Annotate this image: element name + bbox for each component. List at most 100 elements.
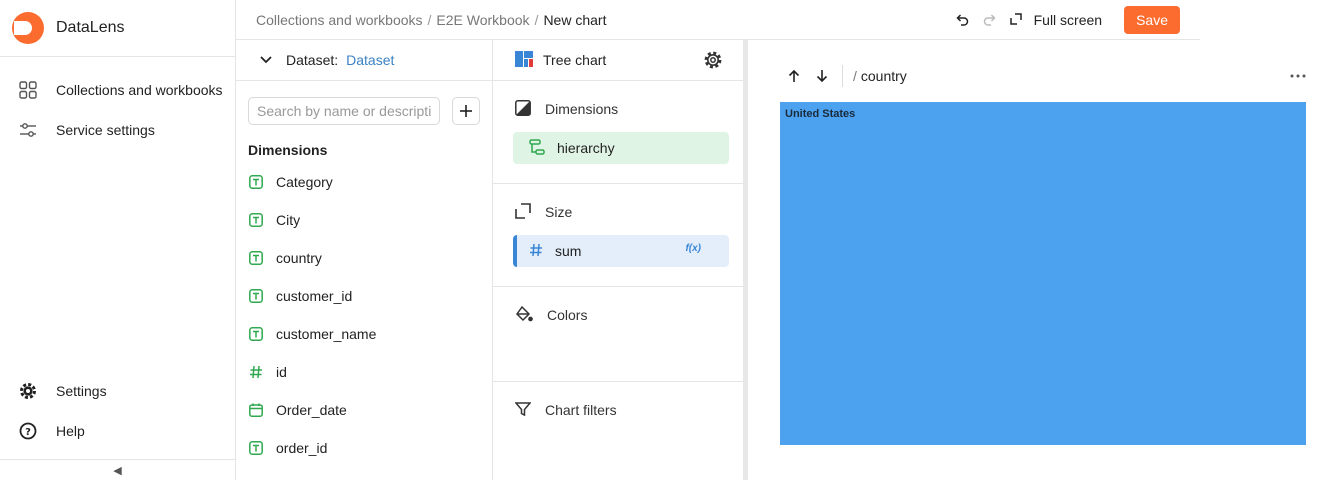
field-item[interactable]: country xyxy=(248,239,322,277)
divider xyxy=(842,65,843,87)
calendar-type-icon xyxy=(248,402,264,418)
fullscreen-button[interactable]: Full screen xyxy=(1008,6,1102,34)
fullscreen-icon xyxy=(1008,11,1024,30)
drilldown-breadcrumb[interactable]: / country xyxy=(853,68,907,84)
nav-item-label: Service settings xyxy=(56,122,155,138)
breadcrumb-separator: / xyxy=(853,68,857,84)
chip-label: sum xyxy=(555,243,582,259)
size-placeholder-title: Size xyxy=(515,202,572,222)
add-field-button[interactable] xyxy=(452,97,480,125)
size-placeholder: Size sum f(x) xyxy=(493,184,748,287)
text-type-icon xyxy=(248,326,264,342)
size-icon xyxy=(515,202,531,222)
gear-icon xyxy=(18,381,38,401)
field-item[interactable]: order_id xyxy=(248,429,327,467)
breadcrumb-separator: / xyxy=(534,11,539,28)
toolbar-actions: Full screen Save xyxy=(948,6,1180,34)
datalens-logo-icon xyxy=(12,12,44,44)
collapse-nav-button[interactable]: ◀ xyxy=(0,459,235,480)
placeholder-label: Dimensions xyxy=(545,101,619,117)
side-navigation: DataLens Collections and workbooks Servi… xyxy=(0,0,236,480)
dataset-selector[interactable]: Dataset: Dataset xyxy=(236,40,492,81)
chart-filters-title: Chart filters xyxy=(514,400,617,420)
dimensions-placeholder-title: Dimensions xyxy=(515,99,618,119)
paint-bucket-icon xyxy=(515,305,533,326)
placeholder-label: Size xyxy=(545,204,573,220)
sum-field-chip[interactable]: sum f(x) xyxy=(513,235,729,267)
formula-badge-icon[interactable]: f(x) xyxy=(685,243,701,254)
field-item[interactable]: customer_name xyxy=(248,315,376,353)
plus-icon xyxy=(460,105,472,117)
field-item[interactable]: Category xyxy=(248,163,333,201)
more-options-icon[interactable] xyxy=(1290,66,1306,82)
hierarchy-icon xyxy=(529,138,545,158)
field-item[interactable]: customer_id xyxy=(248,277,352,315)
nav-item-label: Help xyxy=(56,423,85,439)
text-type-icon xyxy=(248,288,264,304)
field-label: City xyxy=(276,212,301,228)
colors-placeholder-title: Colors xyxy=(515,305,587,325)
treemap-chart: United States xyxy=(780,102,1306,445)
filter-funnel-icon xyxy=(514,401,532,420)
colors-placeholder: Colors xyxy=(493,287,748,382)
nav-item-label: Settings xyxy=(56,383,107,399)
drilldown-bar: / country xyxy=(780,64,907,88)
placeholder-label: Colors xyxy=(547,307,588,323)
visualization-type-label: Tree chart xyxy=(543,52,607,68)
field-item[interactable]: City xyxy=(248,201,300,239)
text-type-icon xyxy=(248,440,264,456)
treemap-chart-icon xyxy=(515,50,533,70)
field-label: customer_id xyxy=(276,288,353,304)
field-label: Category xyxy=(276,174,333,190)
drilldown-level-label: country xyxy=(860,68,907,84)
nav-item-collections[interactable]: Collections and workbooks xyxy=(0,70,235,110)
dimensions-placeholder: Dimensions hierarchy xyxy=(493,81,748,184)
app-name: DataLens xyxy=(56,19,125,36)
redo-icon[interactable] xyxy=(976,6,1004,34)
arrow-up-icon[interactable] xyxy=(780,62,808,90)
nav-item-settings[interactable]: Settings xyxy=(0,371,235,411)
field-label: country xyxy=(276,250,322,266)
save-button[interactable]: Save xyxy=(1124,6,1180,34)
dimensions-section-title: Dimensions xyxy=(248,142,328,158)
sliders-icon xyxy=(18,120,38,140)
fullscreen-label: Full screen xyxy=(1033,12,1103,28)
undo-icon[interactable] xyxy=(948,6,976,34)
app-logo-bar[interactable]: DataLens xyxy=(0,0,235,57)
arrow-down-icon[interactable] xyxy=(808,62,836,90)
field-label: Order_date xyxy=(276,402,347,418)
field-label: order_id xyxy=(276,440,328,456)
number-type-icon xyxy=(529,243,543,260)
dataset-label: Dataset: xyxy=(286,52,339,68)
breadcrumb-current: New chart xyxy=(543,11,607,28)
nav-item-label: Collections and workbooks xyxy=(56,82,223,98)
field-label: id xyxy=(276,364,287,380)
dataset-panel: Dataset: Dataset Dimensions Category Cit… xyxy=(236,40,493,480)
breadcrumb-collections[interactable]: Collections and workbooks xyxy=(256,12,423,28)
breadcrumb-workbook[interactable]: E2E Workbook xyxy=(436,12,529,28)
help-icon: ? xyxy=(18,421,38,441)
visualization-panel: Tree chart Dimensions hierarchy Size sum… xyxy=(493,40,748,480)
svg-text:?: ? xyxy=(25,427,31,438)
collapse-arrow-icon: ◀ xyxy=(113,464,122,477)
number-type-icon xyxy=(248,364,264,380)
dataset-link[interactable]: Dataset xyxy=(346,52,394,68)
dimensions-icon xyxy=(515,99,531,119)
breadcrumb: Collections and workbooks / E2E Workbook / N… xyxy=(256,12,606,28)
breadcrumb-separator: / xyxy=(427,11,432,28)
chart-settings-gear-icon[interactable] xyxy=(703,50,723,73)
field-search-input[interactable] xyxy=(248,97,440,125)
treemap-cell-united-states[interactable]: United States xyxy=(780,102,1306,445)
chevron-down-icon[interactable] xyxy=(258,51,274,70)
field-item[interactable]: id xyxy=(248,353,287,391)
nav-item-service-settings[interactable]: Service settings xyxy=(0,110,235,150)
visualization-type-selector[interactable]: Tree chart xyxy=(493,40,743,81)
treemap-cell-label: United States xyxy=(785,108,856,120)
chart-preview: / country United States xyxy=(753,40,1336,480)
text-type-icon xyxy=(248,212,264,228)
field-label: customer_name xyxy=(276,326,377,342)
text-type-icon xyxy=(248,174,264,190)
nav-item-help[interactable]: ? Help xyxy=(0,411,235,451)
field-item[interactable]: Order_date xyxy=(248,391,347,429)
hierarchy-field-chip[interactable]: hierarchy xyxy=(513,132,729,164)
